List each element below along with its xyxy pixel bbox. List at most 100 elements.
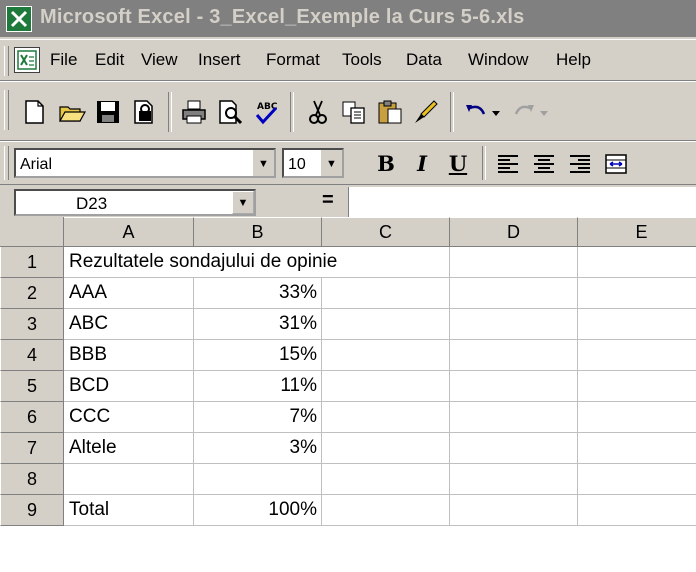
cell-e3[interactable] [578,309,696,340]
menu-edit[interactable]: Edit [95,50,124,70]
menu-file[interactable]: File [50,50,77,70]
cell-c9[interactable] [322,495,450,526]
cell-c8[interactable] [322,464,450,495]
cell-c6[interactable] [322,402,450,433]
cell-e9[interactable] [578,495,696,526]
cell-a2[interactable]: AAA [64,278,194,309]
cell-a3[interactable]: ABC [64,309,194,340]
row-header[interactable]: 3 [0,309,64,340]
redo-dropdown-icon[interactable] [534,94,552,130]
formula-equals-label[interactable]: = [322,189,334,212]
menu-format[interactable]: Format [266,50,320,70]
cell-d1[interactable] [450,247,578,278]
column-header-d[interactable]: D [450,217,578,247]
cell-c2[interactable] [322,278,450,309]
paste-icon[interactable] [372,94,408,130]
cell-e2[interactable] [578,278,696,309]
cut-icon[interactable] [300,94,336,130]
column-header-b[interactable]: B [194,217,322,247]
menu-insert[interactable]: Insert [198,50,241,70]
permission-icon[interactable] [126,94,162,130]
cell-e5[interactable] [578,371,696,402]
menu-bar-grip[interactable] [4,46,9,76]
row-header[interactable]: 7 [0,433,64,464]
row-header[interactable]: 6 [0,402,64,433]
cell-a8[interactable] [64,464,194,495]
cell-d2[interactable] [450,278,578,309]
excel-app-icon[interactable] [6,6,32,32]
cell-c4[interactable] [322,340,450,371]
toolbar-grip[interactable] [4,146,9,180]
chevron-down-icon[interactable]: ▼ [232,191,254,214]
cell-b4[interactable]: 15% [194,340,322,371]
cell-b9[interactable]: 100% [194,495,322,526]
column-header-a[interactable]: A [64,217,194,247]
cell-b8[interactable] [194,464,322,495]
align-right-icon[interactable] [564,149,596,179]
formula-input[interactable] [348,187,696,217]
cell-a6[interactable]: CCC [64,402,194,433]
row-header[interactable]: 8 [0,464,64,495]
undo-dropdown-icon[interactable] [486,94,504,130]
new-icon[interactable] [16,94,52,130]
print-preview-icon[interactable] [212,94,248,130]
print-icon[interactable] [176,94,212,130]
cell-e1[interactable] [578,247,696,278]
open-icon[interactable] [54,94,90,130]
row-header[interactable]: 5 [0,371,64,402]
row-header[interactable]: 1 [0,247,64,278]
cell-a5[interactable]: BCD [64,371,194,402]
cell-e8[interactable] [578,464,696,495]
cell-e4[interactable] [578,340,696,371]
cell-c3[interactable] [322,309,450,340]
cell-e7[interactable] [578,433,696,464]
menu-help[interactable]: Help [556,50,591,70]
chevron-down-icon[interactable]: ▼ [320,150,342,176]
column-header-c[interactable]: C [322,217,450,247]
menu-view[interactable]: View [141,50,178,70]
workbook-icon[interactable] [14,47,40,73]
menu-tools[interactable]: Tools [342,50,382,70]
cell-a9[interactable]: Total [64,495,194,526]
align-center-icon[interactable] [528,149,560,179]
cell-d5[interactable] [450,371,578,402]
copy-icon[interactable] [336,94,372,130]
save-icon[interactable] [90,94,126,130]
cell-d7[interactable] [450,433,578,464]
menu-data[interactable]: Data [406,50,442,70]
cell-b2[interactable]: 33% [194,278,322,309]
italic-button[interactable]: I [406,149,438,179]
cell-d3[interactable] [450,309,578,340]
merge-center-icon[interactable] [600,149,632,179]
row-header[interactable]: 9 [0,495,64,526]
menu-window[interactable]: Window [468,50,528,70]
toolbar-grip[interactable] [4,90,9,130]
bold-button[interactable]: B [370,149,402,179]
spelling-icon[interactable]: ABC [248,94,284,130]
chevron-down-icon[interactable]: ▼ [252,150,274,176]
underline-button[interactable]: U [442,149,474,179]
align-left-icon[interactable] [492,149,524,179]
cell-b3[interactable]: 31% [194,309,322,340]
select-all-corner[interactable] [0,217,64,247]
format-painter-icon[interactable] [408,94,444,130]
cell-b5[interactable]: 11% [194,371,322,402]
column-header-e[interactable]: E [578,217,696,247]
cell-d8[interactable] [450,464,578,495]
name-box[interactable]: D23 ▼ [14,189,256,216]
row-header[interactable]: 4 [0,340,64,371]
row-header[interactable]: 2 [0,278,64,309]
cell-a4[interactable]: BBB [64,340,194,371]
cell-b7[interactable]: 3% [194,433,322,464]
cell-b6[interactable]: 7% [194,402,322,433]
font-name-select[interactable]: Arial ▼ [14,148,276,178]
font-size-select[interactable]: 10 ▼ [282,148,344,178]
cell-c1[interactable] [322,247,450,278]
cell-d9[interactable] [450,495,578,526]
cell-c5[interactable] [322,371,450,402]
cell-d6[interactable] [450,402,578,433]
cell-d4[interactable] [450,340,578,371]
cell-c7[interactable] [322,433,450,464]
cell-a7[interactable]: Altele [64,433,194,464]
worksheet-grid[interactable]: A B C D E 1 Rezultatele sondajului de opi… [0,217,696,572]
